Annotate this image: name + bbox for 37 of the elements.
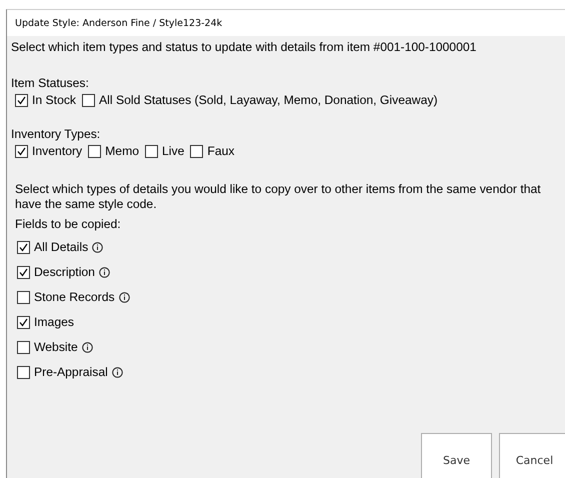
checkbox[interactable]	[15, 94, 28, 106]
checkbox-label: Website	[34, 340, 78, 354]
checkbox-label: Memo	[105, 144, 140, 158]
info-icon[interactable]	[82, 342, 93, 352]
checkbox-label: All Details	[34, 240, 88, 254]
checkbox[interactable]	[17, 266, 30, 278]
checkbox[interactable]	[17, 366, 30, 378]
info-icon[interactable]	[92, 242, 104, 252]
section-label: Inventory Types:	[11, 127, 102, 142]
checkbox-label: Description	[34, 265, 95, 279]
info-icon[interactable]	[98, 266, 110, 278]
save-button[interactable]: Save	[421, 433, 492, 478]
checkbox[interactable]	[145, 144, 158, 158]
checkbox[interactable]	[17, 340, 30, 354]
checkbox-label: Pre-Appraisal	[34, 365, 108, 379]
checkbox-label: Faux	[207, 144, 234, 158]
section-label: Fields to be copied:	[14, 217, 122, 232]
cancel-button[interactable]: Cancel	[499, 433, 565, 478]
checkbox-label: Images	[34, 315, 74, 329]
checkbox[interactable]	[82, 94, 96, 106]
info-icon[interactable]	[118, 292, 130, 302]
intro-text: Select which item types and status to update with details from item #001-100-1000001	[11, 40, 478, 55]
checkbox[interactable]	[17, 240, 30, 254]
checkbox-label: Stone Records	[34, 290, 115, 304]
checkbox-label: Inventory	[32, 144, 82, 158]
checkbox[interactable]	[17, 290, 30, 304]
checkbox-label: In Stock	[32, 93, 76, 107]
info-icon[interactable]	[112, 366, 123, 378]
checkbox[interactable]	[17, 316, 30, 328]
checkbox-label: All Sold Statuses (Sold, Layaway, Memo, Donation, Giveaway)	[99, 93, 438, 107]
checkbox[interactable]	[88, 144, 102, 158]
checkbox[interactable]	[15, 144, 28, 158]
instruction-text: Select which types of details you would like to copy over to other items from the same vendor that have the same style code.	[14, 182, 542, 212]
section-label: Item Statuses:	[11, 76, 90, 91]
checkbox-label: Live	[162, 144, 184, 158]
checkbox[interactable]	[190, 144, 204, 158]
window-title: Update Style: Anderson Fine / Style123-24k	[15, 18, 222, 28]
